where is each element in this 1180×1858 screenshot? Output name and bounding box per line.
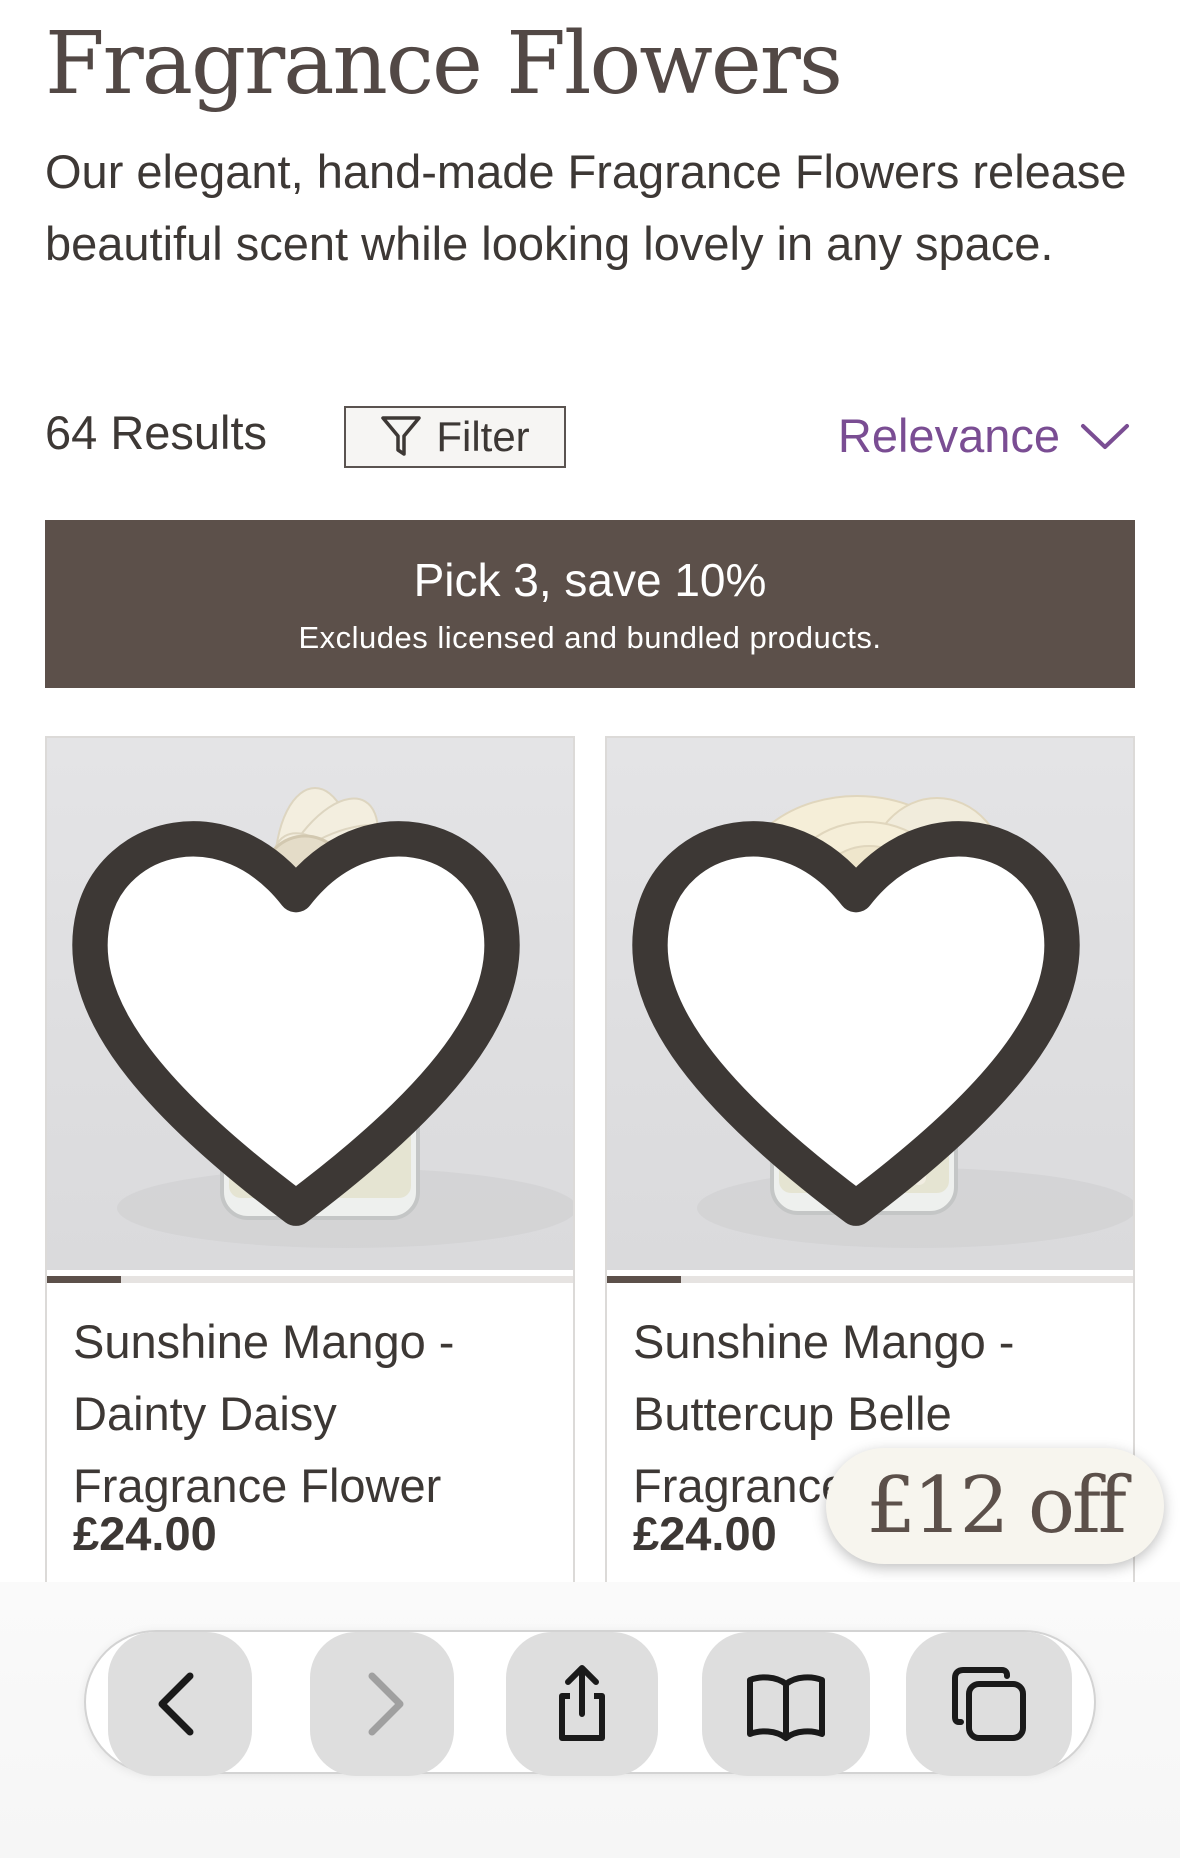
filter-icon [381,416,422,456]
forward-icon [368,1672,404,1736]
promo-subtitle: Excludes licensed and bundled products. [298,620,882,655]
back-icon [158,1672,194,1736]
discount-badge[interactable]: £12 off [826,1448,1164,1564]
product-price: £24.00 [633,1507,777,1560]
promo-title: Pick 3, save 10% [413,554,767,606]
tabs-button[interactable] [906,1632,1072,1776]
results-count: 64 Results [45,406,268,459]
forward-button[interactable] [310,1632,454,1776]
product-name[interactable]: Sunshine Mango - Dainty Daisy Fragrance … [73,1306,553,1522]
tabs-icon [952,1667,1026,1741]
carousel-progress [607,1276,681,1283]
share-icon [559,1665,605,1741]
chevron-down-icon [1081,423,1129,449]
promo-banner[interactable]: Pick 3, save 10% Excludes licensed and b… [45,520,1135,688]
browser-toolbar [84,1630,1096,1776]
image-carousel-indicator [607,1276,1133,1283]
image-carousel-indicator [47,1276,573,1283]
heart-icon[interactable] [45,750,559,1282]
page-description: Our elegant, hand-made Fragrance Flowers… [45,145,1127,270]
bookmarks-button[interactable] [702,1632,870,1776]
sort-label: Relevance [837,409,1060,462]
product-price: £24.00 [73,1507,217,1560]
product-image[interactable] [47,738,573,1270]
carousel-progress [47,1276,121,1283]
bookmarks-icon [747,1674,825,1741]
share-button[interactable] [506,1632,658,1776]
filter-button[interactable]: Filter [344,406,566,468]
heart-icon[interactable] [605,750,1119,1282]
sort-dropdown[interactable]: Relevance [838,408,1130,463]
product-card[interactable]: Sunshine Mango - Dainty Daisy Fragrance … [45,736,575,1582]
filter-label: Filter [436,413,530,460]
page-title: Fragrance Flowers [45,14,843,114]
back-button[interactable] [108,1632,252,1776]
product-image[interactable] [607,738,1133,1270]
